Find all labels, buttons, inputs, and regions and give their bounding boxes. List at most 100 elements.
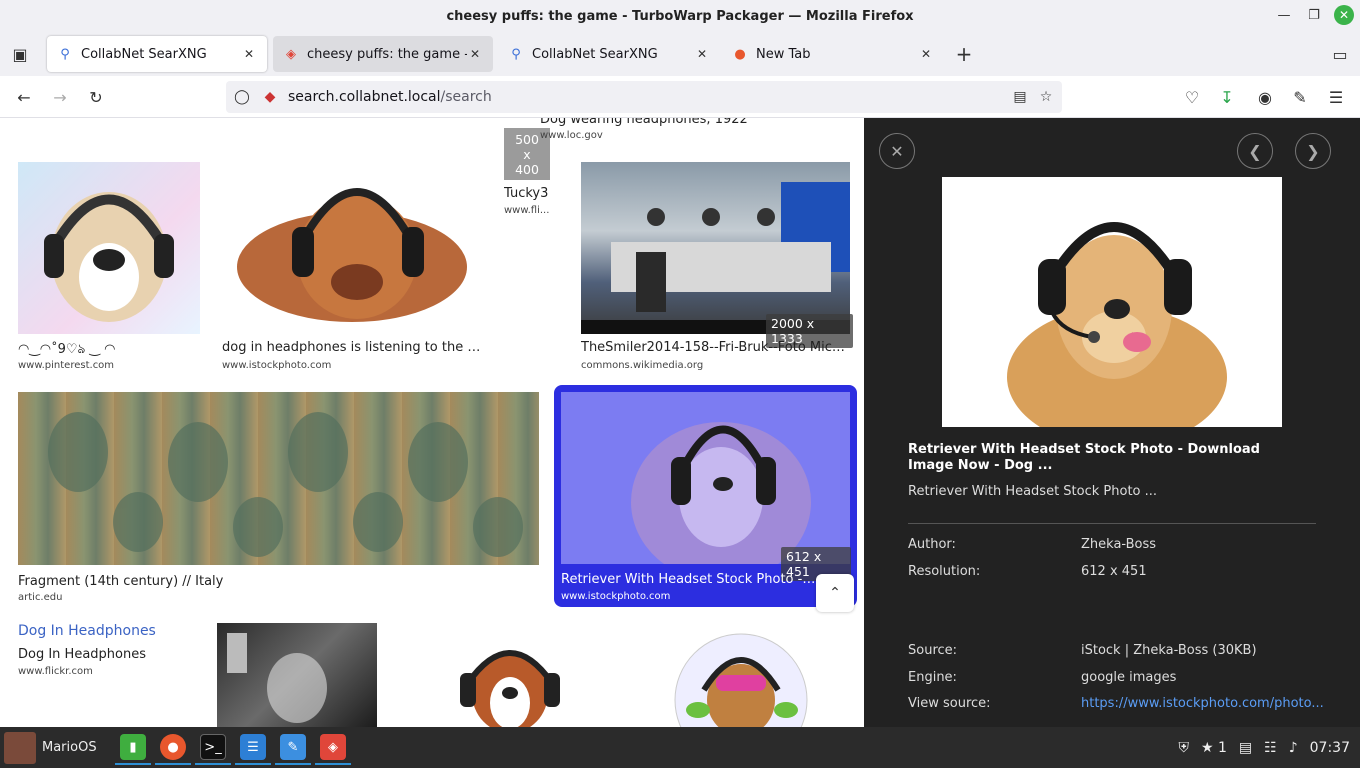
notifications-icon[interactable]: ★ 1 bbox=[1201, 740, 1227, 756]
result-item-inner: 612 x 451 Retriever With Headset Stock P… bbox=[561, 392, 851, 602]
bookmark-star-icon[interactable]: ☆ bbox=[1034, 85, 1058, 109]
lock-icon[interactable]: ◆ bbox=[258, 85, 282, 109]
result-domain: commons.wikimedia.org bbox=[581, 360, 704, 371]
view-source-link[interactable]: https://www.istockphoto.com/photo... bbox=[1081, 696, 1324, 711]
result-thumbnail[interactable] bbox=[217, 623, 377, 727]
firefox-icon: ● bbox=[734, 46, 746, 62]
previous-image-button[interactable]: ❮ bbox=[1237, 133, 1273, 169]
result-thumbnail[interactable] bbox=[222, 162, 487, 334]
tab-turbowarp[interactable]: ◈ cheesy puffs: the game - TurboWarp Pac… bbox=[273, 36, 493, 72]
window-titlebar: cheesy puffs: the game - TurboWarp Packa… bbox=[0, 0, 1360, 32]
close-detail-button[interactable]: ✕ bbox=[879, 133, 915, 169]
result-item[interactable]: 2000 x 1333 TheSmiler2014-158--Fri-Bruk-… bbox=[581, 162, 853, 372]
url-bar[interactable]: ◯ ◆ search.collabnet.local/search ▤ ☆ bbox=[226, 81, 1062, 113]
forward-icon[interactable]: → bbox=[46, 83, 74, 111]
result-title: ◠‿◠˚9♡ঌ ‿ ◠ bbox=[18, 342, 116, 357]
tab-label: cheesy puffs: the game - TurboWarp Packa… bbox=[307, 46, 467, 62]
account-icon[interactable]: ◉ bbox=[1251, 83, 1279, 111]
result-title: Retriever With Headset Stock Photo - Dow… bbox=[561, 572, 816, 587]
close-tab-icon[interactable]: ✕ bbox=[918, 47, 934, 61]
tab-strip: ▣ ⚲ CollabNet SearXNG ✕ ◈ cheesy puffs: … bbox=[0, 32, 1360, 76]
text-editor-icon: ☰ bbox=[240, 734, 266, 760]
taskbar: MarioOS ▮ ● >_ ☰ ✎ ◈ ⛨ ★ 1 ▤ ☷ ♪ 07:37 bbox=[0, 727, 1360, 768]
url-host: search.collabnet.local bbox=[288, 89, 441, 105]
firefox-view-icon[interactable]: ▣ bbox=[6, 40, 34, 68]
result-item-selected[interactable]: 612 x 451 Retriever With Headset Stock P… bbox=[554, 385, 857, 607]
taskbar-notes[interactable]: ✎ bbox=[275, 731, 311, 765]
tab-label: New Tab bbox=[756, 46, 811, 62]
result-thumbnail[interactable] bbox=[450, 633, 570, 727]
close-tab-icon[interactable]: ✕ bbox=[241, 47, 257, 61]
tab-label: CollabNet SearXNG bbox=[532, 46, 658, 62]
new-tab-icon[interactable]: + bbox=[950, 40, 978, 68]
divider bbox=[908, 523, 1316, 524]
start-menu-label: MarioOS bbox=[42, 740, 97, 755]
image-detail-panel: ✕ ❮ ❯ Retriever With Headset Stock Photo… bbox=[864, 118, 1360, 727]
firefox-icon: ● bbox=[160, 734, 186, 760]
result-thumbnail[interactable] bbox=[18, 392, 539, 565]
taskbar-firefox[interactable]: ● bbox=[155, 731, 191, 765]
scroll-to-top-button[interactable]: ⌃ bbox=[816, 574, 854, 612]
close-window-icon[interactable]: ✕ bbox=[1334, 5, 1354, 25]
result-thumbnail[interactable] bbox=[561, 392, 850, 564]
clock[interactable]: 07:37 bbox=[1310, 740, 1350, 756]
turbowarp-icon: ◈ bbox=[286, 46, 296, 62]
detail-subtitle: Retriever With Headset Stock Photo ... bbox=[908, 484, 1158, 499]
taskbar-terminal[interactable]: >_ bbox=[195, 731, 231, 765]
maximize-icon[interactable]: ❐ bbox=[1304, 5, 1324, 25]
menu-icon[interactable]: ☰ bbox=[1322, 83, 1350, 111]
downloads-icon[interactable]: ↧ bbox=[1213, 83, 1241, 111]
result-title: Dog wearing headphones, 1922 bbox=[540, 118, 748, 127]
taskbar-turbowarp[interactable]: ◈ bbox=[315, 731, 351, 765]
window-title: cheesy puffs: the game - TurboWarp Packa… bbox=[446, 8, 914, 24]
reload-icon[interactable]: ↻ bbox=[82, 83, 110, 111]
view-source-label: View source: bbox=[908, 696, 991, 711]
taskbar-text-editor[interactable]: ☰ bbox=[235, 731, 271, 765]
tab-collabnet-2[interactable]: ⚲ CollabNet SearXNG ✕ bbox=[498, 36, 720, 72]
result-domain: www.pinterest.com bbox=[18, 360, 115, 371]
shield-icon[interactable]: ⛨ bbox=[1178, 740, 1189, 756]
result-item[interactable]: ◠‿◠˚9♡ঌ ‿ ◠ www.pinterest.com bbox=[18, 162, 208, 372]
search-icon: ⚲ bbox=[511, 46, 521, 62]
tab-new-tab[interactable]: ● New Tab ✕ bbox=[722, 36, 944, 72]
back-icon[interactable]: ← bbox=[10, 83, 38, 111]
navigation-toolbar: ← → ↻ ◯ ◆ search.collabnet.local/search … bbox=[0, 76, 1360, 118]
pocket-icon[interactable]: ♡ bbox=[1178, 83, 1206, 111]
result-thumbnail[interactable] bbox=[668, 630, 814, 727]
close-tab-icon[interactable]: ✕ bbox=[694, 47, 710, 61]
result-item[interactable] bbox=[217, 623, 377, 727]
extensions-icon[interactable]: ✎ bbox=[1286, 83, 1314, 111]
shield-icon[interactable]: ◯ bbox=[230, 85, 254, 109]
volume-icon[interactable]: ♪ bbox=[1289, 740, 1298, 756]
reader-view-icon[interactable]: ▤ bbox=[1008, 85, 1032, 109]
clipboard-icon[interactable]: ▤ bbox=[1239, 740, 1252, 756]
result-domain: artic.edu bbox=[18, 592, 63, 603]
author-label: Author: bbox=[908, 537, 956, 552]
tab-collabnet-1[interactable]: ⚲ CollabNet SearXNG ✕ bbox=[47, 36, 267, 72]
tab-list-icon[interactable]: ▭ bbox=[1326, 40, 1354, 68]
taskbar-files[interactable]: ▮ bbox=[115, 731, 151, 765]
result-title-link[interactable]: Dog In Headphones bbox=[18, 623, 156, 639]
terminal-icon: >_ bbox=[200, 734, 226, 760]
url-text[interactable]: search.collabnet.local/search bbox=[288, 89, 492, 105]
tab-label: CollabNet SearXNG bbox=[81, 46, 207, 62]
result-item[interactable]: dog in headphones is listening to the mu… bbox=[222, 162, 542, 372]
close-icon: ✕ bbox=[890, 141, 904, 161]
result-thumbnail[interactable] bbox=[581, 162, 850, 334]
url-path: /search bbox=[440, 89, 492, 105]
result-item[interactable]: Dog In Headphones Dog In Headphones www.… bbox=[18, 623, 208, 683]
detail-title: Retriever With Headset Stock Photo - Dow… bbox=[908, 442, 1260, 473]
search-icon: ⚲ bbox=[60, 46, 70, 62]
detail-image[interactable] bbox=[942, 177, 1282, 427]
result-item[interactable] bbox=[668, 630, 814, 727]
minimize-icon[interactable]: — bbox=[1274, 5, 1294, 25]
result-item[interactable]: Fragment (14th century) // Italy artic.e… bbox=[18, 392, 543, 607]
start-menu-button[interactable]: MarioOS bbox=[0, 727, 97, 768]
close-tab-icon[interactable]: ✕ bbox=[467, 47, 483, 61]
turbowarp-icon: ◈ bbox=[320, 734, 346, 760]
resolution-value: 612 x 451 bbox=[1081, 564, 1147, 579]
network-icon[interactable]: ☷ bbox=[1264, 740, 1277, 756]
result-item[interactable] bbox=[450, 633, 570, 727]
result-thumbnail[interactable] bbox=[18, 162, 200, 334]
next-image-button[interactable]: ❯ bbox=[1295, 133, 1331, 169]
